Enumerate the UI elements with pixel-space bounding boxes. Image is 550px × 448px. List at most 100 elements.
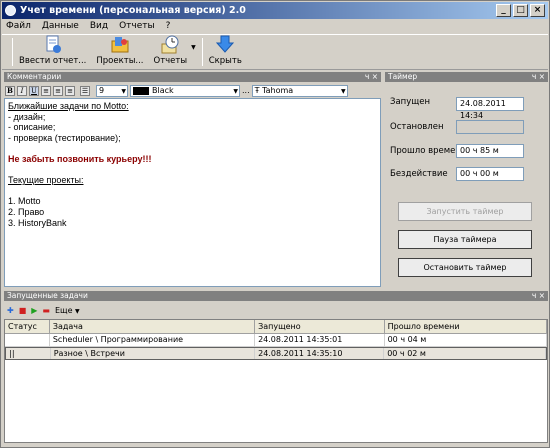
underline-button[interactable]: U <box>29 85 39 96</box>
editor-line: 3. HistoryBank <box>8 217 67 228</box>
align-left-button[interactable]: ≡ <box>41 85 51 96</box>
bold-button[interactable]: B <box>5 85 15 96</box>
projects-label: Проекты... <box>96 56 144 66</box>
remove-task-icon[interactable]: ▬ <box>42 306 50 315</box>
stopped-label: Остановлен <box>390 122 444 132</box>
table-row[interactable]: Scheduler \ Программирование 24.08.2011 … <box>5 334 547 347</box>
hide-label: Скрыть <box>208 56 242 66</box>
menu-reports[interactable]: Отчеты <box>119 21 155 31</box>
format-toolbar: B I U ≡ ≡ ≡ ☰ 9 ▼ Black ▼ ... Ŧ Tahoma ▼ <box>4 83 381 98</box>
tasks-pin-close[interactable]: ч × <box>532 291 545 301</box>
editor-line: - дизайн; <box>8 111 46 122</box>
menu-view[interactable]: Вид <box>90 21 108 31</box>
menu-data[interactable]: Данные <box>42 21 79 31</box>
chevron-down-icon: ▼ <box>341 87 346 95</box>
comments-editor[interactable]: Ближайшие задачи по Motto: - дизайн; - о… <box>4 98 381 287</box>
editor-line: - описание; <box>8 122 56 133</box>
tasks-panel-header: Запущенные задачи ч × <box>4 291 548 301</box>
hide-button[interactable]: Скрыть <box>209 35 242 69</box>
started-row: Запущен <box>390 97 430 107</box>
align-center-button[interactable]: ≡ <box>53 85 63 96</box>
row-task: Scheduler \ Программирование <box>50 334 256 346</box>
font-size-select[interactable]: 9 ▼ <box>96 84 128 97</box>
app-icon <box>5 5 16 16</box>
pause-timer-button[interactable]: Пауза таймера <box>398 230 532 249</box>
row-started: 24.08.2011 14:35:01 <box>255 334 385 346</box>
document-icon <box>43 35 63 54</box>
elapsed-field: 00 ч 85 м <box>456 144 524 158</box>
add-task-icon[interactable]: ✚ <box>7 306 14 315</box>
tasks-toolbar: ✚ ■ ▶ ▬ Еще ▼ <box>4 303 548 318</box>
toolbar-separator <box>201 38 203 66</box>
color-swatch <box>133 86 149 95</box>
reports-label: Отчеты <box>153 56 188 66</box>
row-elapsed: 00 ч 04 м <box>385 334 547 346</box>
font-name-select[interactable]: Ŧ Tahoma ▼ <box>251 84 348 97</box>
font-name-value: Tahoma <box>262 85 294 95</box>
column-elapsed[interactable]: Прошло времени <box>385 320 547 333</box>
close-button[interactable]: × <box>530 4 545 17</box>
menu-bar: Файл Данные Вид Отчеты ? <box>2 19 548 33</box>
timer-pin-close[interactable]: ч × <box>532 72 545 82</box>
app-window: Учет времени (персональная версия) 2.0 _… <box>0 0 550 448</box>
row-status <box>5 334 50 346</box>
stopped-field <box>456 120 524 134</box>
maximize-button[interactable]: □ <box>513 4 528 17</box>
comments-panel-header: Комментарии ч × <box>4 72 381 82</box>
elapsed-row: Прошло времени <box>390 146 466 156</box>
stop-timer-button[interactable]: Остановить таймер <box>398 258 532 277</box>
bullet-list-button[interactable]: ☰ <box>80 85 90 96</box>
title-bar[interactable]: Учет времени (персональная версия) 2.0 _… <box>2 2 548 19</box>
menu-file[interactable]: Файл <box>6 21 31 31</box>
idle-field: 00 ч 00 м <box>456 167 524 181</box>
font-color-select[interactable]: Black ▼ <box>130 84 240 97</box>
font-size-value: 9 <box>99 85 105 95</box>
menu-help[interactable]: ? <box>166 21 171 31</box>
editor-line: Текущие проекты: <box>8 175 84 186</box>
idle-row: Бездействие <box>390 169 448 179</box>
arrow-down-icon <box>215 35 235 54</box>
minimize-button[interactable]: _ <box>496 4 511 17</box>
column-started[interactable]: Запущено <box>255 320 385 333</box>
more-label: Еще <box>54 306 73 315</box>
tasks-title: Запущенные задачи <box>7 291 88 300</box>
start-timer-button[interactable]: Запустить таймер <box>398 202 532 221</box>
column-task[interactable]: Задача <box>50 320 256 333</box>
reports-button[interactable]: Отчеты <box>153 35 188 69</box>
timer-panel-header: Таймер ч × <box>385 72 548 82</box>
row-task: Разное \ Встречи <box>51 348 256 359</box>
enter-report-button[interactable]: Ввести отчет... <box>19 35 86 69</box>
timer-title: Таймер <box>388 72 418 81</box>
main-toolbar: Ввести отчет... Проекты... Отчеты ▼ Скры… <box>2 34 548 70</box>
comments-pin-close[interactable]: ч × <box>365 72 378 82</box>
chevron-down-icon: ▼ <box>233 87 238 95</box>
font-color-value: Black <box>152 85 174 95</box>
reports-dropdown-icon[interactable]: ▼ <box>191 44 196 51</box>
editor-line: Ближайшие задачи по Motto: <box>8 101 129 111</box>
editor-line: 2. Право <box>8 206 45 217</box>
window-title: Учет времени (персональная версия) 2.0 <box>20 5 246 16</box>
table-row-selected[interactable]: || Разное \ Встречи 24.08.2011 14:35:10 … <box>5 347 547 360</box>
stopped-row: Остановлен <box>390 122 444 132</box>
column-status[interactable]: Статус <box>5 320 50 333</box>
font-type-icon: Ŧ <box>254 85 260 95</box>
enter-report-label: Ввести отчет... <box>19 56 87 66</box>
italic-button[interactable]: I <box>17 85 27 96</box>
tasks-table: Статус Задача Запущено Прошло времени Sc… <box>4 319 548 443</box>
comments-title: Комментарии <box>7 72 62 81</box>
projects-icon <box>110 35 130 54</box>
projects-button[interactable]: Проекты... <box>96 35 144 69</box>
table-header: Статус Задача Запущено Прошло времени <box>5 320 547 334</box>
more-colors-button[interactable]: ... <box>242 86 250 95</box>
align-right-button[interactable]: ≡ <box>65 85 75 96</box>
more-button[interactable]: Еще ▼ <box>55 306 80 315</box>
play-task-icon[interactable]: ▶ <box>31 306 37 315</box>
stop-task-icon[interactable]: ■ <box>19 306 27 315</box>
row-elapsed: 00 ч 02 м <box>384 348 546 359</box>
editor-line: 1. Motto <box>8 196 41 207</box>
started-label: Запущен <box>390 97 431 107</box>
editor-line: - проверка (тестирование); <box>8 132 121 143</box>
row-started: 24.08.2011 14:35:10 <box>255 348 385 359</box>
timer-panel: Запущен 24.08.2011 14:34 Остановлен Прош… <box>385 82 548 288</box>
toolbar-grip <box>12 38 13 66</box>
